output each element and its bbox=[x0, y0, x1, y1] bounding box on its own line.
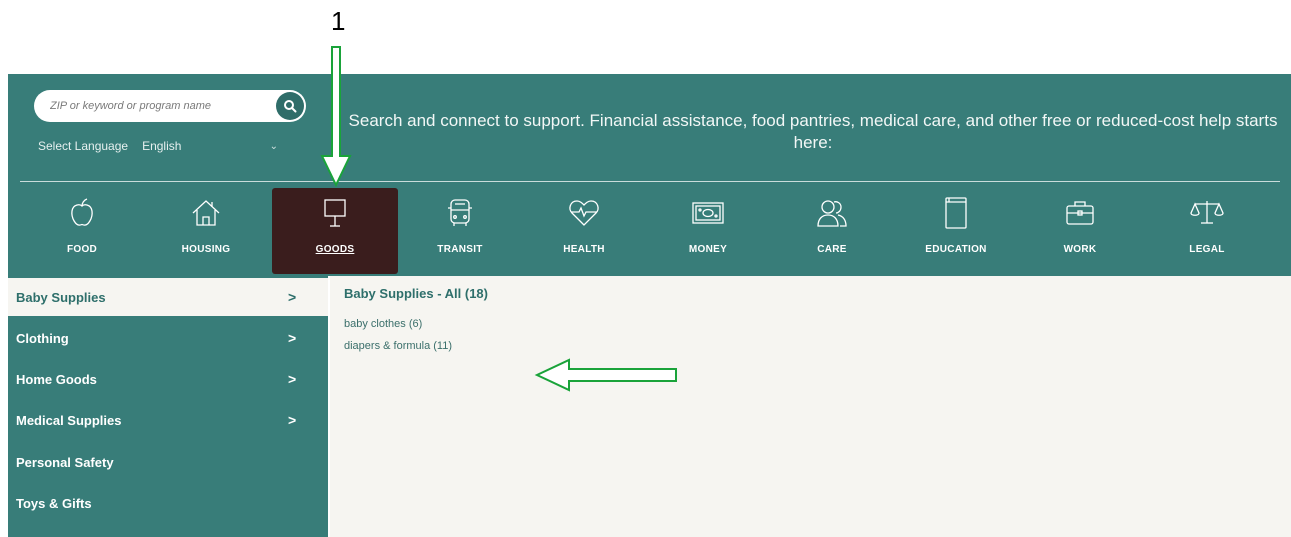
result-link-diapers-formula[interactable]: diapers & formula (11) bbox=[344, 340, 452, 352]
scales-icon bbox=[1190, 201, 1224, 224]
category-work[interactable]: WORK bbox=[1018, 188, 1142, 274]
category-label: TRANSIT bbox=[437, 244, 483, 255]
category-label: FOOD bbox=[66, 244, 98, 255]
category-transit[interactable]: TRANSIT bbox=[398, 188, 522, 274]
category-housing[interactable]: HOUSING bbox=[144, 188, 268, 274]
header-banner: Select Language English ⌄ Search and con… bbox=[8, 74, 1291, 276]
category-education[interactable]: EDUCATION bbox=[894, 188, 1018, 274]
chevron-right-icon: > bbox=[288, 371, 297, 387]
sidebar-item-label: Clothing bbox=[16, 330, 69, 346]
sidebar-item-label: Toys & Gifts bbox=[16, 495, 92, 511]
sidebar-item-medical-supplies[interactable]: Medical Supplies > bbox=[8, 401, 328, 439]
chevron-right-icon: > bbox=[288, 289, 297, 305]
result-link-baby-clothes[interactable]: baby clothes (6) bbox=[344, 318, 422, 330]
chevron-down-icon: ⌄ bbox=[269, 140, 278, 152]
search-button[interactable] bbox=[276, 92, 304, 120]
sidebar-item-label: Home Goods bbox=[16, 371, 97, 387]
category-label: LEGAL bbox=[1189, 244, 1225, 255]
chevron-right-icon: > bbox=[288, 330, 297, 346]
category-label: GOODS bbox=[315, 244, 355, 255]
sidebar-item-label: Personal Safety bbox=[16, 454, 114, 470]
category-label: WORK bbox=[1063, 244, 1097, 255]
sidebar-item-home-goods[interactable]: Home Goods > bbox=[8, 360, 328, 398]
category-legal[interactable]: LEGAL bbox=[1142, 188, 1272, 274]
sidebar-item-toys-gifts[interactable]: Toys & Gifts bbox=[8, 484, 328, 522]
language-value: English bbox=[142, 139, 182, 153]
search-box bbox=[34, 90, 306, 122]
people-icon bbox=[817, 200, 847, 227]
sidebar-item-baby-supplies[interactable]: Baby Supplies > bbox=[8, 278, 328, 316]
sidebar-item-label: Baby Supplies bbox=[16, 289, 106, 305]
chevron-right-icon: > bbox=[288, 412, 297, 428]
subcategory-sidebar: Baby Supplies > Clothing > Home Goods > … bbox=[8, 276, 328, 537]
sidebar-item-personal-safety[interactable]: Personal Safety bbox=[8, 443, 328, 481]
briefcase-icon bbox=[1066, 201, 1094, 225]
search-icon bbox=[284, 100, 297, 113]
category-label: EDUCATION bbox=[925, 244, 987, 255]
results-title: Baby Supplies - All (18) bbox=[344, 286, 488, 301]
category-label: HEALTH bbox=[563, 244, 605, 255]
house-icon bbox=[192, 200, 220, 226]
category-label: MONEY bbox=[688, 244, 728, 255]
bus-icon bbox=[448, 199, 472, 226]
lamp-icon bbox=[324, 199, 346, 227]
category-goods[interactable]: GOODS bbox=[272, 188, 398, 274]
sidebar-item-label: Medical Supplies bbox=[16, 412, 122, 428]
category-care[interactable]: CARE bbox=[770, 188, 894, 274]
language-selector[interactable]: Select Language English ⌄ bbox=[38, 138, 278, 154]
category-money[interactable]: MONEY bbox=[646, 188, 770, 274]
header-divider bbox=[20, 181, 1280, 182]
category-label: HOUSING bbox=[181, 244, 231, 255]
tagline: Search and connect to support. Financial… bbox=[348, 111, 1278, 152]
annotation-number-1: 1 bbox=[331, 6, 346, 36]
category-label: CARE bbox=[817, 244, 847, 255]
category-health[interactable]: HEALTH bbox=[522, 188, 646, 274]
results-panel: Baby Supplies - All (18) baby clothes (6… bbox=[330, 276, 1291, 537]
banknote-icon bbox=[692, 202, 724, 224]
search-input[interactable] bbox=[50, 90, 270, 122]
sidebar-item-clothing[interactable]: Clothing > bbox=[8, 319, 328, 357]
book-icon bbox=[945, 197, 967, 229]
category-food[interactable]: FOOD bbox=[20, 188, 144, 274]
apple-icon bbox=[71, 198, 93, 226]
heart-pulse-icon bbox=[569, 200, 599, 226]
language-label: Select Language bbox=[38, 139, 129, 153]
